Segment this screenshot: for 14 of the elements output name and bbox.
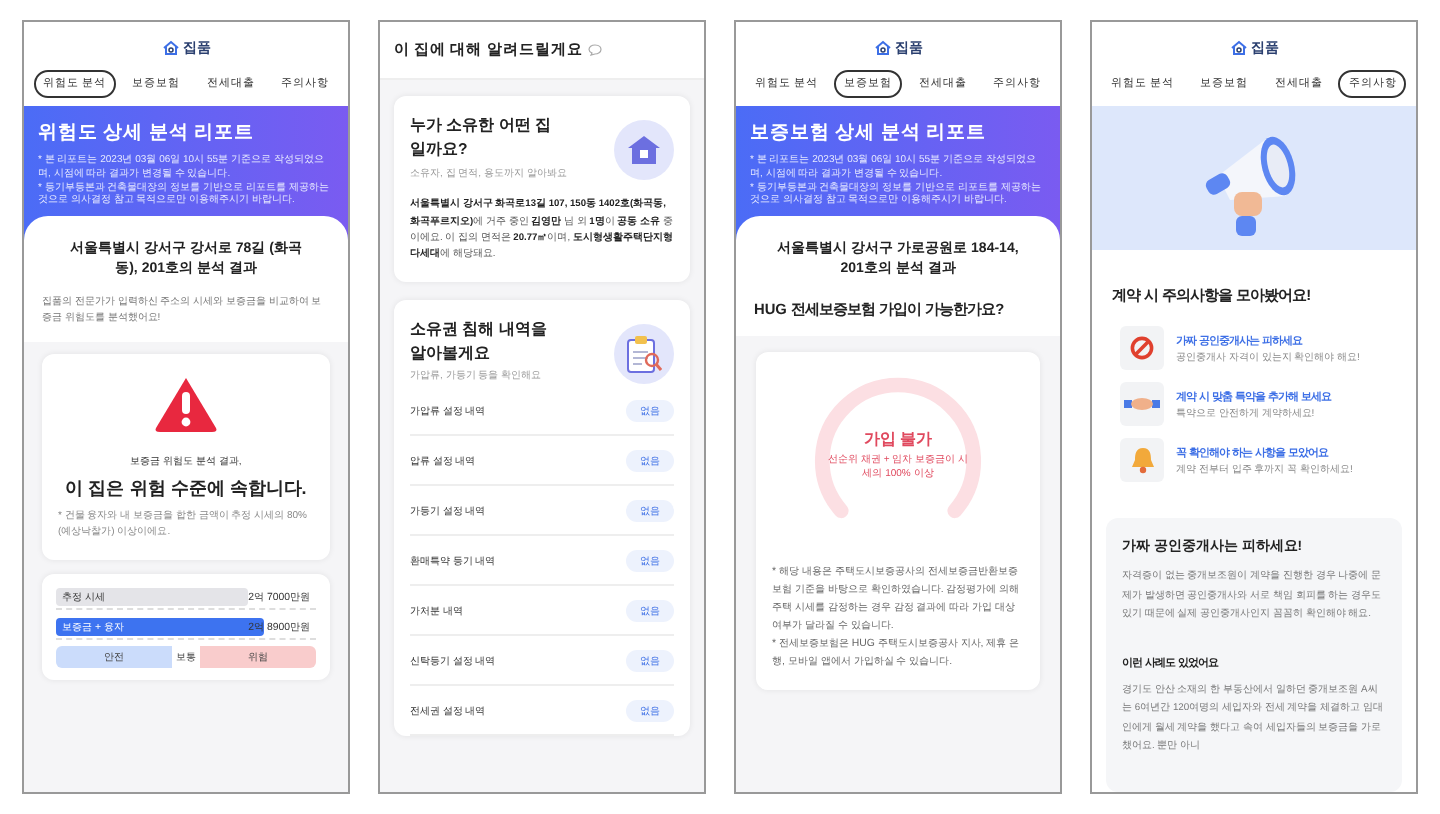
- house-icon: [628, 136, 660, 164]
- handshake-icon: [1124, 394, 1160, 414]
- house-logo-icon: [161, 40, 179, 56]
- bell-icon: [1129, 446, 1155, 474]
- house-logo-icon: [873, 40, 891, 56]
- banner-title: 보증보험 상세 분석 리포트: [750, 120, 988, 146]
- chat-bubble-icon: [588, 44, 603, 56]
- house-logo-icon: [1229, 40, 1247, 56]
- warning-icon: [152, 374, 220, 435]
- prohibit-icon: [1130, 336, 1154, 360]
- banner-title: 위험도 상세 분석 리포트: [38, 120, 256, 146]
- clipboard-icon: [626, 333, 662, 374]
- result-headline: 이 집은 위험 수준에 속합니다.: [65, 476, 307, 503]
- verdict-title: 가입 불가: [863, 428, 933, 451]
